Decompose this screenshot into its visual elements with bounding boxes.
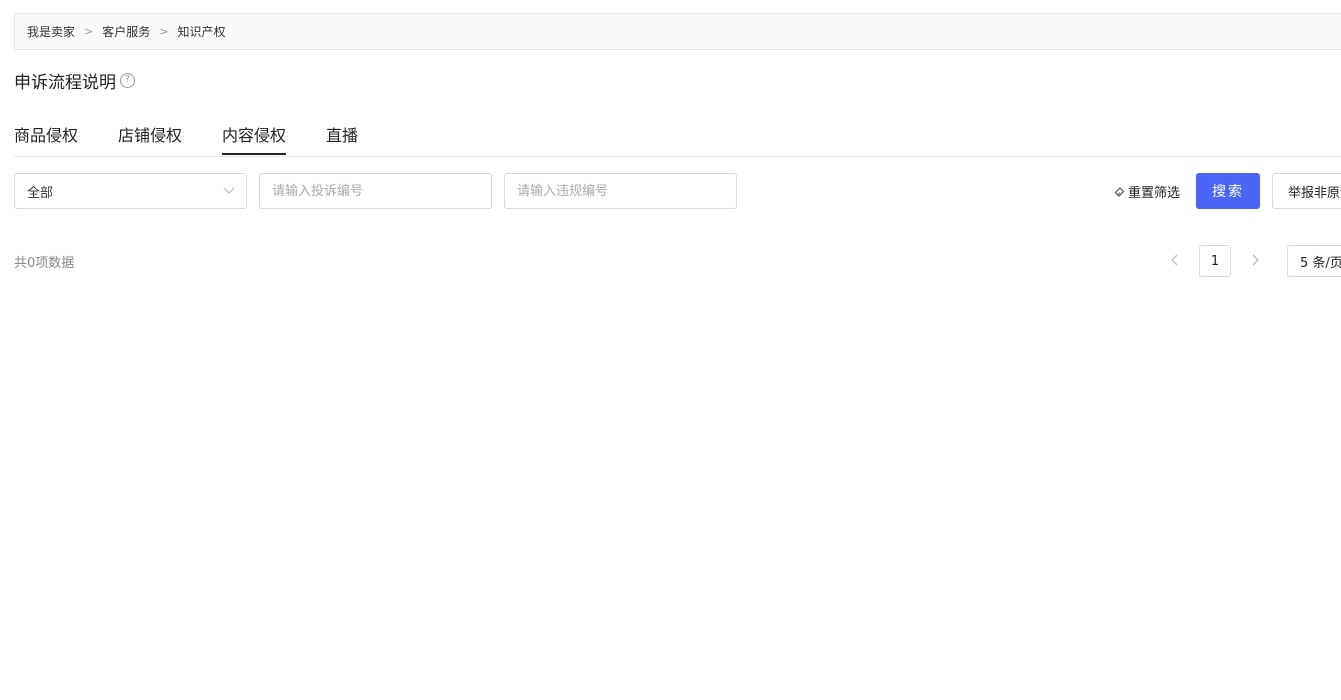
page-title[interactable]: 申诉流程说明 — [14, 68, 116, 93]
chevron-right-icon[interactable] — [1247, 252, 1263, 268]
page-number-button[interactable]: 1 — [1199, 245, 1231, 277]
page-title-row: 申诉流程说明 ? — [14, 68, 135, 93]
breadcrumb-item-customer-service[interactable]: 客户服务 — [102, 23, 150, 40]
breadcrumb-separator: > — [84, 25, 94, 38]
eraser-icon — [1114, 187, 1125, 197]
reset-filter-label: 重置筛选 — [1128, 185, 1181, 201]
chevron-down-icon — [223, 187, 235, 194]
breadcrumb-item-ip[interactable]: 知识产权 — [177, 23, 225, 40]
report-non-original-button[interactable]: 举报非原创 — [1272, 173, 1341, 209]
question-circle-icon[interactable]: ? — [120, 72, 135, 88]
status-select[interactable]: 全部 — [14, 173, 247, 209]
complaint-number-input[interactable] — [259, 173, 492, 209]
breadcrumb: 我是卖家 > 客户服务 > 知识产权 — [14, 13, 1341, 50]
breadcrumb-item-seller[interactable]: 我是卖家 — [27, 23, 75, 40]
tab-product-infringement[interactable]: 商品侵权 — [14, 122, 78, 155]
tab-live[interactable]: 直播 — [326, 122, 358, 155]
chevron-left-icon[interactable] — [1167, 252, 1183, 268]
tab-content-infringement[interactable]: 内容侵权 — [222, 122, 287, 155]
reset-filter-button[interactable]: 重置筛选 — [1114, 181, 1180, 201]
page: 我是卖家 > 客户服务 > 知识产权 申诉流程说明 ? 商品侵权 店铺侵权 内容… — [0, 0, 1341, 700]
tab-store-infringement[interactable]: 店铺侵权 — [118, 122, 182, 155]
page-size-select[interactable]: 5 条/页 — [1287, 245, 1341, 277]
total-count: 共0项数据 — [14, 256, 75, 271]
status-select-value: 全部 — [27, 185, 54, 201]
search-button[interactable]: 搜索 — [1196, 173, 1260, 209]
breadcrumb-separator: > — [159, 25, 169, 38]
tab-bar: 商品侵权 店铺侵权 内容侵权 直播 — [14, 118, 1341, 157]
violation-number-input[interactable] — [504, 173, 737, 209]
